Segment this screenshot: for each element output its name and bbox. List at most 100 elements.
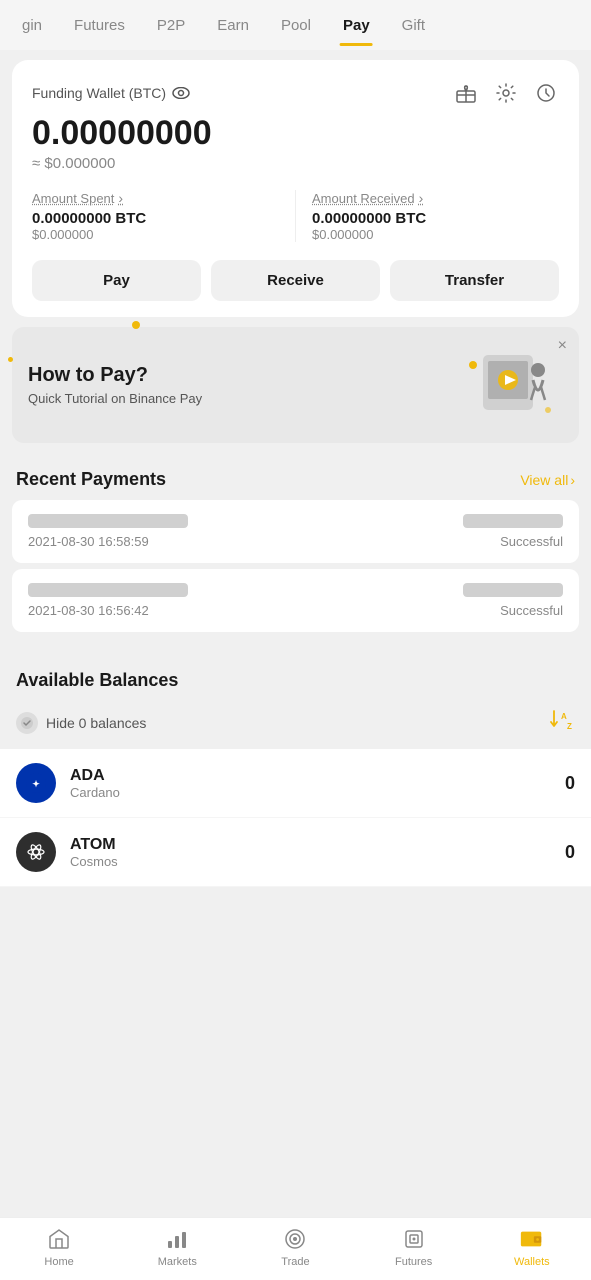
wallets-icon (519, 1226, 545, 1252)
hide-zero-label: Hide 0 balances (46, 715, 146, 731)
received-chevron-icon: › (419, 190, 424, 206)
spent-chevron-icon: › (118, 190, 123, 206)
settings-icon[interactable] (493, 80, 519, 106)
svg-text:✦: ✦ (32, 779, 40, 789)
bottom-nav-markets[interactable]: Markets (147, 1226, 207, 1268)
nav-item-p2p[interactable]: P2P (143, 5, 199, 46)
ada-fullname: Cardano (70, 785, 565, 800)
bottom-nav-home[interactable]: Home (29, 1226, 89, 1268)
svg-text:Z: Z (567, 722, 572, 731)
amount-received-col[interactable]: Amount Received › 0.00000000 BTC $0.0000… (312, 190, 559, 242)
balance-usd: ≈ $0.000000 (32, 155, 559, 172)
nav-item-pool[interactable]: Pool (267, 5, 325, 46)
available-balances-section: Available Balances Hide 0 balances A (0, 638, 591, 887)
eye-icon[interactable] (172, 87, 190, 99)
balance-amount: 0.00000000 (32, 114, 559, 153)
transfer-button[interactable]: Transfer (390, 260, 559, 301)
check-circle-icon (16, 712, 38, 734)
futures-label: Futures (395, 1256, 432, 1268)
payment-blurred-amount-2 (463, 583, 563, 597)
markets-label: Markets (158, 1256, 197, 1268)
view-all-chevron-icon: › (570, 472, 575, 488)
balance-stats-row: Amount Spent › 0.00000000 BTC $0.000000 … (32, 190, 559, 242)
pay-button[interactable]: Pay (32, 260, 201, 301)
payment-top-1 (28, 514, 563, 528)
payment-bottom-2: 2021-08-30 16:56:42 Successful (28, 603, 563, 618)
balances-title: Available Balances (16, 670, 178, 691)
amount-received-label: Amount Received › (312, 190, 559, 206)
payment-item-1[interactable]: 2021-08-30 16:58:59 Successful (12, 500, 579, 563)
balances-header: Available Balances (0, 654, 591, 701)
gift-icon[interactable] (453, 80, 479, 106)
amount-spent-usd: $0.000000 (32, 227, 279, 242)
payment-bottom-1: 2021-08-30 16:58:59 Successful (28, 534, 563, 549)
nav-item-gift[interactable]: Gift (388, 5, 439, 46)
banner-dot-2 (8, 357, 13, 362)
bottom-nav-trade[interactable]: Trade (265, 1226, 325, 1268)
bottom-nav-wallets[interactable]: Wallets (502, 1226, 562, 1268)
wallet-header: Funding Wallet (BTC) (32, 80, 559, 106)
banner-graphic (453, 345, 563, 425)
coin-item-ada[interactable]: ✦ ADA Cardano 0 (0, 749, 591, 818)
wallet-title-text: Funding Wallet (BTC) (32, 85, 166, 101)
banner-title: How to Pay? (28, 364, 453, 387)
trade-icon (282, 1226, 308, 1252)
recent-payments-title: Recent Payments (16, 469, 166, 490)
ada-balance: 0 (565, 773, 575, 794)
wallet-title: Funding Wallet (BTC) (32, 85, 190, 101)
ada-info: ADA Cardano (70, 767, 565, 800)
markets-icon (164, 1226, 190, 1252)
payment-date-2: 2021-08-30 16:56:42 (28, 603, 149, 618)
hide-zero-row: Hide 0 balances A Z (0, 701, 591, 749)
coin-item-atom[interactable]: ATOM Cosmos 0 (0, 818, 591, 887)
atom-icon (16, 832, 56, 872)
banner-text: How to Pay? Quick Tutorial on Binance Pa… (28, 364, 453, 406)
amount-received-usd: $0.000000 (312, 227, 559, 242)
banner-dot-1 (132, 321, 140, 329)
nav-item-futures[interactable]: Futures (60, 5, 139, 46)
payment-status-1: Successful (500, 534, 563, 549)
recent-payments-header: Recent Payments View all › (0, 453, 591, 500)
banner-subtitle: Quick Tutorial on Binance Pay (28, 391, 453, 406)
wallet-card: Funding Wallet (BTC) (12, 60, 579, 317)
how-to-pay-banner: How to Pay? Quick Tutorial on Binance Pa… (12, 327, 579, 443)
action-buttons: Pay Receive Transfer (32, 260, 559, 301)
balance-divider (295, 190, 296, 242)
atom-info: ATOM Cosmos (70, 836, 565, 869)
hide-zero-toggle[interactable]: Hide 0 balances (16, 712, 146, 734)
view-all-button[interactable]: View all › (520, 472, 575, 488)
amount-spent-col[interactable]: Amount Spent › 0.00000000 BTC $0.000000 (32, 190, 279, 242)
payment-blurred-name-1 (28, 514, 188, 528)
top-navigation: gin Futures P2P Earn Pool Pay Gift (0, 0, 591, 50)
wallets-label: Wallets (514, 1256, 550, 1268)
atom-balance: 0 (565, 842, 575, 863)
home-label: Home (44, 1256, 73, 1268)
payment-blurred-amount-1 (463, 514, 563, 528)
clock-icon[interactable] (533, 80, 559, 106)
payment-top-2 (28, 583, 563, 597)
bottom-navigation: Home Markets Trade (0, 1217, 591, 1280)
sort-az-icon[interactable]: A Z (549, 709, 575, 737)
home-icon (46, 1226, 72, 1252)
payment-status-2: Successful (500, 603, 563, 618)
payment-item-2[interactable]: 2021-08-30 16:56:42 Successful (12, 569, 579, 632)
nav-item-pay[interactable]: Pay (329, 5, 384, 46)
receive-button[interactable]: Receive (211, 260, 380, 301)
nav-item-earn[interactable]: Earn (203, 5, 263, 46)
ada-symbol: ADA (70, 767, 565, 785)
amount-spent-btc: 0.00000000 BTC (32, 210, 279, 227)
atom-symbol: ATOM (70, 836, 565, 854)
payment-date-1: 2021-08-30 16:58:59 (28, 534, 149, 549)
atom-fullname: Cosmos (70, 854, 565, 869)
wallet-action-icons (453, 80, 559, 106)
futures-icon (401, 1226, 427, 1252)
payment-blurred-name-2 (28, 583, 188, 597)
nav-item-margin[interactable]: gin (8, 5, 56, 46)
bottom-nav-futures[interactable]: Futures (384, 1226, 444, 1268)
amount-received-btc: 0.00000000 BTC (312, 210, 559, 227)
amount-spent-label: Amount Spent › (32, 190, 279, 206)
ada-icon: ✦ (16, 763, 56, 803)
svg-text:A: A (561, 712, 567, 721)
banner-close-button[interactable]: × (558, 337, 567, 355)
main-content: Funding Wallet (BTC) (0, 60, 591, 967)
